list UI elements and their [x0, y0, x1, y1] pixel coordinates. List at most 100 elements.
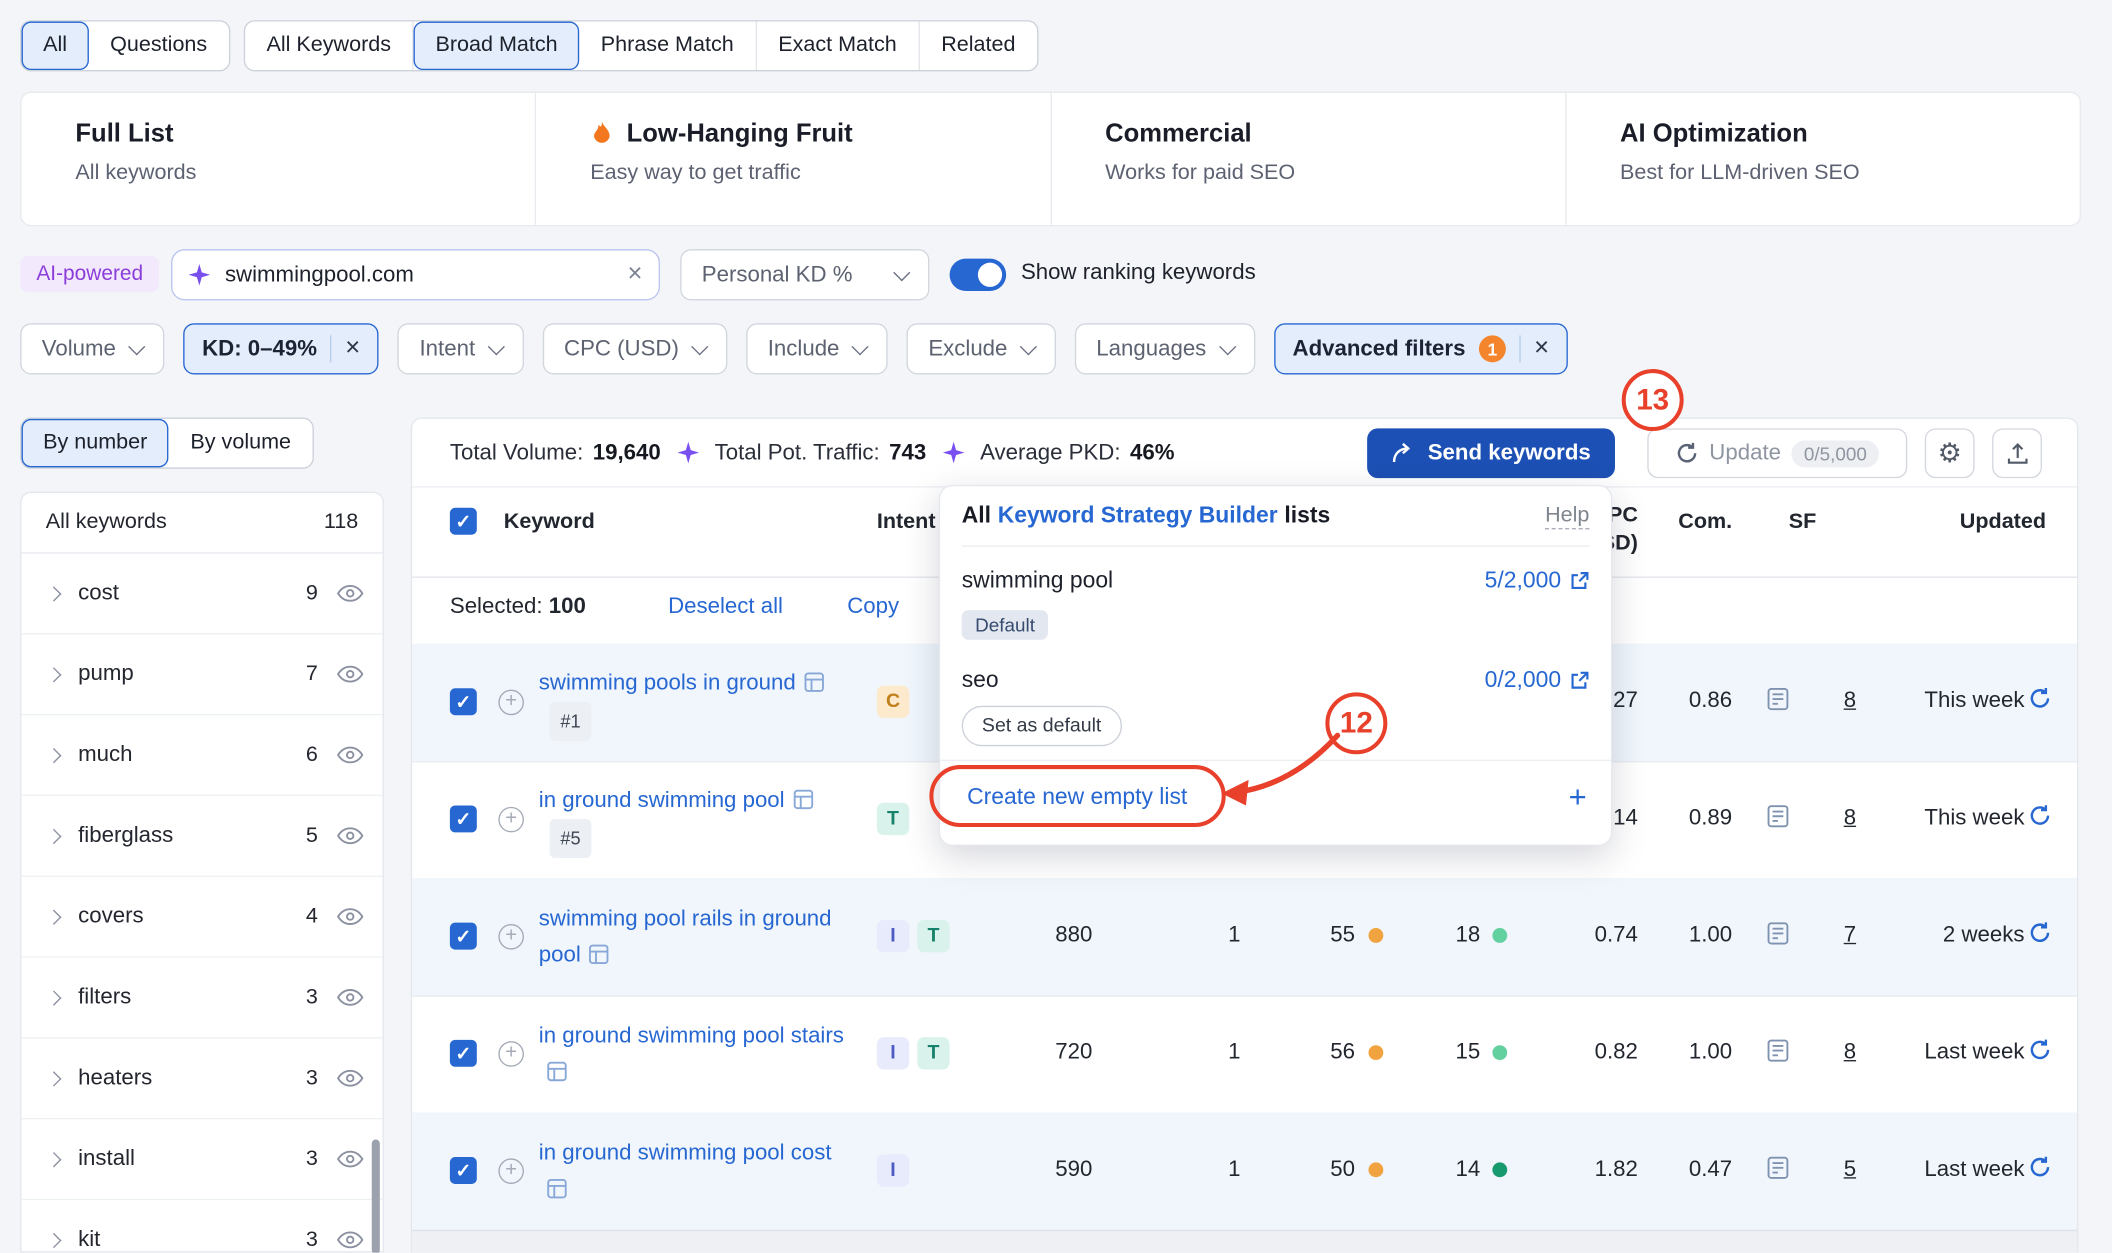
- row-checkbox[interactable]: ✓: [450, 805, 477, 832]
- list-quota-link[interactable]: 0/2,000: [1485, 667, 1590, 694]
- row-checkbox[interactable]: ✓: [450, 1040, 477, 1067]
- exclude-filter[interactable]: Exclude: [907, 323, 1056, 374]
- keyword-group-row[interactable]: cost 9: [22, 554, 383, 635]
- languages-filter[interactable]: Languages: [1075, 323, 1255, 374]
- tab-questions[interactable]: Questions: [89, 22, 229, 70]
- sf-link[interactable]: 8: [1816, 688, 1856, 714]
- eye-icon[interactable]: [337, 746, 364, 764]
- select-all-checkbox[interactable]: ✓: [450, 508, 477, 535]
- update-button[interactable]: Update 0/5,000: [1647, 428, 1907, 478]
- keyword-cell[interactable]: in ground swimming pool stairs: [539, 1018, 860, 1091]
- add-keyword-icon[interactable]: +: [498, 690, 524, 716]
- help-link[interactable]: Help: [1545, 503, 1589, 529]
- keyword-group-row[interactable]: fiberglass 5: [22, 796, 383, 877]
- include-filter[interactable]: Include: [746, 323, 888, 374]
- send-keywords-button[interactable]: Send keywords: [1367, 428, 1615, 478]
- keyword-cell[interactable]: swimming pools in ground#1: [539, 665, 860, 740]
- eye-icon[interactable]: [337, 1150, 364, 1168]
- row-checkbox[interactable]: ✓: [450, 923, 477, 950]
- sf-link[interactable]: 8: [1816, 1040, 1856, 1066]
- header-updated[interactable]: Updated: [1874, 510, 2046, 534]
- create-new-list-link[interactable]: Create new empty list: [967, 784, 1187, 811]
- intent-filter[interactable]: Intent: [398, 323, 524, 374]
- card-ai-optimization[interactable]: AI Optimization Best for LLM-driven SEO: [1565, 93, 2080, 225]
- kd-filter-chip[interactable]: KD: 0–49% ×: [183, 323, 379, 374]
- keyword-group-row[interactable]: much 6: [22, 715, 383, 796]
- tab-by-volume[interactable]: By volume: [169, 419, 313, 467]
- row-checkbox[interactable]: ✓: [450, 688, 477, 715]
- keyword-group-row[interactable]: filters 3: [22, 958, 383, 1039]
- remove-kd-filter-icon[interactable]: ×: [345, 334, 360, 364]
- eye-icon[interactable]: [337, 827, 364, 845]
- keyword-group-row[interactable]: kit 3: [22, 1200, 383, 1253]
- settings-button[interactable]: ⚙: [1925, 428, 1975, 478]
- eye-icon[interactable]: [337, 1231, 364, 1249]
- refresh-icon[interactable]: [2028, 804, 2051, 827]
- domain-search-field[interactable]: [222, 261, 627, 289]
- keyword-group-row[interactable]: covers 4: [22, 877, 383, 958]
- refresh-icon[interactable]: [2028, 921, 2051, 944]
- copy-link[interactable]: Copy: [847, 594, 899, 620]
- refresh-icon[interactable]: [2028, 687, 2051, 710]
- eye-icon[interactable]: [337, 989, 364, 1007]
- card-low-hanging-fruit[interactable]: Low-Hanging Fruit Easy way to get traffi…: [535, 93, 1050, 225]
- tab-related[interactable]: Related: [920, 22, 1037, 70]
- domain-search-input[interactable]: ×: [171, 249, 660, 300]
- cpc-filter[interactable]: CPC (USD): [542, 323, 727, 374]
- card-commercial[interactable]: Commercial Works for paid SEO: [1050, 93, 1565, 225]
- tab-phrase-match[interactable]: Phrase Match: [579, 22, 756, 70]
- eye-icon[interactable]: [337, 908, 364, 926]
- keyword-group-row[interactable]: pump 7: [22, 634, 383, 715]
- tab-all-keywords[interactable]: All Keywords: [245, 22, 414, 70]
- eye-icon[interactable]: [337, 665, 364, 683]
- sf-link[interactable]: 8: [1816, 805, 1856, 831]
- clear-search-icon[interactable]: ×: [628, 260, 643, 290]
- list-quota-link[interactable]: 5/2,000: [1485, 567, 1590, 594]
- row-checkbox[interactable]: ✓: [450, 1157, 477, 1184]
- sidebar-scrollbar[interactable]: [372, 1140, 380, 1253]
- header-sf[interactable]: SF: [1789, 510, 1817, 534]
- remove-advanced-filters-icon[interactable]: ×: [1534, 334, 1549, 364]
- refresh-icon[interactable]: [2028, 1038, 2051, 1061]
- add-keyword-icon[interactable]: +: [498, 807, 524, 833]
- refresh-icon[interactable]: [2028, 1156, 2051, 1179]
- add-keyword-icon[interactable]: +: [498, 924, 524, 950]
- serp-preview-icon[interactable]: [1766, 804, 1790, 828]
- eye-icon[interactable]: [337, 585, 364, 603]
- keyword-cell[interactable]: swimming pool rails in ground pool: [539, 900, 860, 973]
- personal-kd-dropdown[interactable]: Personal KD %: [680, 249, 929, 300]
- tab-broad-match[interactable]: Broad Match: [414, 22, 579, 70]
- advanced-filters-chip[interactable]: Advanced filters 1 ×: [1274, 323, 1568, 374]
- export-button[interactable]: [1992, 428, 2042, 478]
- set-as-default-button[interactable]: Set as default: [962, 706, 1122, 746]
- eye-icon[interactable]: [337, 1069, 364, 1087]
- serp-preview-icon[interactable]: [1766, 687, 1790, 711]
- keyword-cell[interactable]: in ground swimming pool#5: [539, 782, 860, 857]
- header-com[interactable]: Com.: [1658, 510, 1732, 534]
- volume-filter[interactable]: Volume: [20, 323, 164, 374]
- add-keyword-icon[interactable]: +: [498, 1158, 524, 1184]
- show-ranking-keywords-toggle[interactable]: [950, 259, 1007, 291]
- tab-exact-match[interactable]: Exact Match: [757, 22, 920, 70]
- sf-link[interactable]: 5: [1816, 1157, 1856, 1183]
- plus-icon[interactable]: +: [1569, 779, 1587, 815]
- tab-by-number[interactable]: By number: [22, 419, 169, 467]
- kd-value: 55: [1274, 923, 1355, 949]
- sf-link[interactable]: 7: [1816, 923, 1856, 949]
- all-keywords-header[interactable]: All keywords118: [22, 493, 383, 554]
- intent-badge: C: [877, 686, 909, 718]
- keyword-group-row[interactable]: heaters 3: [22, 1038, 383, 1119]
- serp-preview-icon[interactable]: [1766, 921, 1790, 945]
- add-keyword-icon[interactable]: +: [498, 1041, 524, 1067]
- ksb-link[interactable]: Keyword Strategy Builder: [998, 502, 1278, 529]
- serp-preview-icon[interactable]: [1766, 1156, 1790, 1180]
- tab-all[interactable]: All: [22, 22, 89, 70]
- deselect-all-link[interactable]: Deselect all: [668, 594, 783, 620]
- pkd-dot: [1492, 1162, 1507, 1177]
- serp-preview-icon[interactable]: [1766, 1038, 1790, 1062]
- keyword-group-row[interactable]: install 3: [22, 1119, 383, 1200]
- keyword-cell[interactable]: in ground swimming pool cost: [539, 1135, 860, 1208]
- send-arrow-icon: [1391, 441, 1415, 465]
- card-full-list[interactable]: Full List All keywords: [22, 93, 536, 225]
- intent-badges: T: [877, 803, 909, 835]
